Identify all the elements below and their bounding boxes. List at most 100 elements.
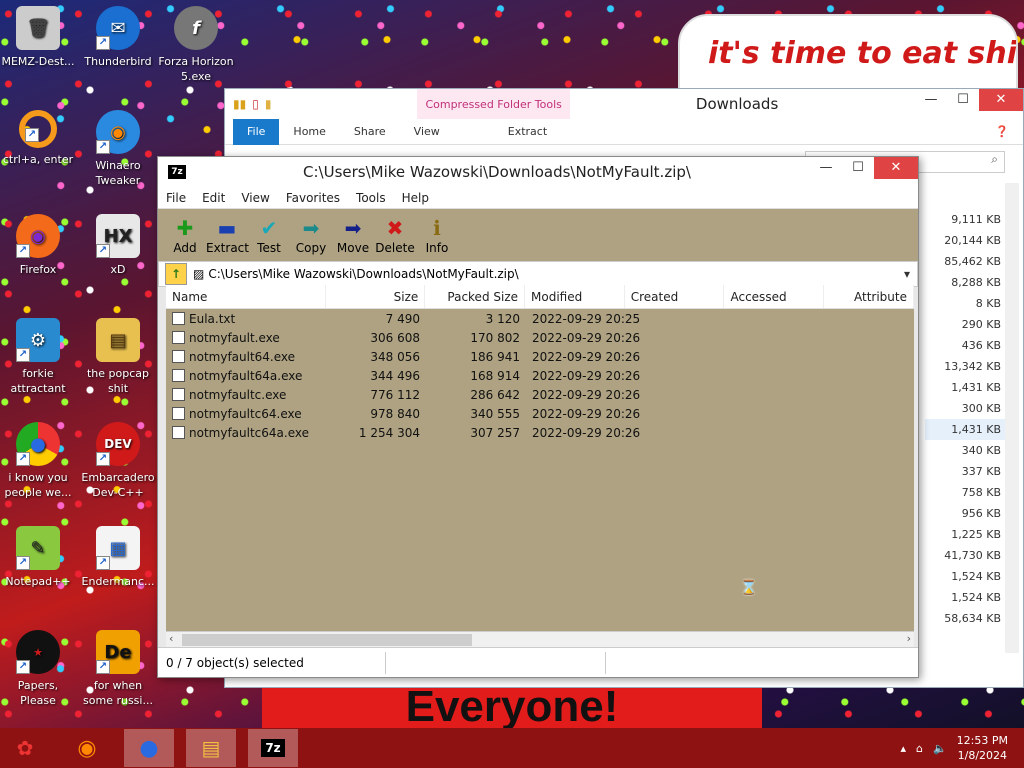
tab-home[interactable]: Home <box>279 125 339 138</box>
horizontal-scrollbar[interactable]: ‹ › <box>166 631 914 647</box>
table-row[interactable]: notmyfaultc64.exe 978 840 340 555 2022-0… <box>166 404 914 423</box>
desktop-icon-winaero[interactable]: ◉ ↗ Winaero Tweaker <box>80 110 156 188</box>
menu-file[interactable]: File <box>158 191 194 205</box>
file-size[interactable]: 8,288 KB <box>925 272 1005 293</box>
menu-edit[interactable]: Edit <box>194 191 233 205</box>
copy-button[interactable]: ➡ Copy <box>290 215 332 255</box>
properties-icon[interactable]: ▯ <box>252 97 259 111</box>
desktop-icon-thunderbird[interactable]: ✉ ↗ Thunderbird <box>80 6 156 69</box>
file-size[interactable]: 9,111 KB <box>925 209 1005 230</box>
desktop-icon-chrome[interactable]: ● ↗ i know you people we... <box>0 422 76 500</box>
test-button[interactable]: ✔ Test <box>248 215 290 255</box>
chevron-up-icon[interactable]: ▴ <box>900 742 906 755</box>
menu-tools[interactable]: Tools <box>348 191 394 205</box>
scroll-right-icon[interactable]: › <box>907 632 911 645</box>
file-size[interactable]: 1,431 KB <box>925 377 1005 398</box>
move-button[interactable]: ➡ Move <box>332 215 374 255</box>
tab-file[interactable]: File <box>233 118 280 145</box>
table-row[interactable]: notmyfault64.exe 348 056 186 941 2022-09… <box>166 347 914 366</box>
column-attributes[interactable]: Attribute <box>824 285 914 308</box>
desktop-icon-xd[interactable]: HX ↗ xD <box>80 214 156 277</box>
table-row[interactable]: notmyfault.exe 306 608 170 802 2022-09-2… <box>166 328 914 347</box>
taskbar-firefox[interactable]: ◉ <box>62 729 112 767</box>
tab-view[interactable]: View <box>400 125 454 138</box>
file-size[interactable]: 13,342 KB <box>925 356 1005 377</box>
menu-favorites[interactable]: Favorites <box>278 191 348 205</box>
table-row[interactable]: Eula.txt 7 490 3 120 2022-09-29 20:25 <box>166 309 914 328</box>
scroll-left-icon[interactable]: ‹ <box>169 632 173 645</box>
address-bar[interactable]: ↑ ▨ C:\Users\Mike Wazowski\Downloads\Not… <box>158 261 918 287</box>
scrollbar-thumb[interactable] <box>182 634 472 646</box>
file-size[interactable]: 337 KB <box>925 461 1005 482</box>
file-list[interactable]: Name Size Packed Size Modified Created A… <box>166 285 914 631</box>
file-size[interactable]: 41,730 KB <box>925 545 1005 566</box>
up-folder-icon[interactable]: ↑ <box>165 263 187 285</box>
minimize-button[interactable]: — <box>915 89 947 111</box>
info-button[interactable]: ℹ Info <box>416 215 458 255</box>
sevenzip-window[interactable]: 7z C:\Users\Mike Wazowski\Downloads\NotM… <box>157 156 919 678</box>
table-row[interactable]: notmyfaultc64a.exe 1 254 304 307 257 202… <box>166 423 914 442</box>
folder-icon[interactable]: ▮ <box>265 97 272 111</box>
file-size[interactable]: 20,144 KB <box>925 230 1005 251</box>
menu-help[interactable]: Help <box>394 191 437 205</box>
sevenzip-titlebar[interactable]: 7z C:\Users\Mike Wazowski\Downloads\NotM… <box>158 157 918 187</box>
file-size[interactable]: 58,634 KB <box>925 608 1005 629</box>
desktop-icon-de[interactable]: De ↗ for when some russi... <box>80 630 156 708</box>
desktop-icon-papers[interactable]: ★ ↗ Papers, Please <box>0 630 76 708</box>
file-size[interactable]: 1,524 KB <box>925 566 1005 587</box>
desktop-icon-ctrla[interactable]: ↗ ctrl+a, enter <box>0 110 76 167</box>
taskbar-sevenzip[interactable]: 7z <box>248 729 298 767</box>
network-icon[interactable]: ⌂ <box>916 742 923 755</box>
address-path[interactable]: C:\Users\Mike Wazowski\Downloads\NotMyFa… <box>208 267 897 281</box>
close-button[interactable]: ✕ <box>979 89 1023 111</box>
clock[interactable]: 12:53 PM 1/8/2024 <box>957 733 1008 763</box>
maximize-button[interactable]: ☐ <box>842 157 874 179</box>
column-size[interactable]: Size <box>326 285 426 308</box>
maximize-button[interactable]: ☐ <box>947 89 979 111</box>
file-size[interactable]: 340 KB <box>925 440 1005 461</box>
compressed-folder-tools-tab[interactable]: Compressed Folder Tools <box>417 89 570 119</box>
file-size[interactable]: 8 KB <box>925 293 1005 314</box>
close-button[interactable]: ✕ <box>874 157 918 179</box>
volume-icon[interactable]: 🔈 <box>933 742 947 755</box>
extract-button[interactable]: ▬ Extract <box>206 215 249 255</box>
tab-share[interactable]: Share <box>340 125 400 138</box>
chevron-down-icon[interactable]: ▾ <box>897 267 917 281</box>
column-name[interactable]: Name <box>166 285 326 308</box>
explorer-titlebar[interactable]: ▮▮ ▯ ▮ Compressed Folder Tools Downloads… <box>225 89 1023 119</box>
column-modified[interactable]: Modified <box>525 285 625 308</box>
explorer-scrollbar[interactable] <box>1005 183 1019 653</box>
desktop-icon-forza[interactable]: f Forza Horizon 5.exe <box>158 6 234 84</box>
desktop-icon-popcap[interactable]: ▤ the popcap shit <box>80 318 156 396</box>
taskbar-file-explorer[interactable]: ▤ <box>186 729 236 767</box>
add-button[interactable]: ✚ Add <box>164 215 206 255</box>
column-created[interactable]: Created <box>625 285 725 308</box>
desktop-icon-enderman[interactable]: ▦ ↗ Endermanc... <box>80 526 156 589</box>
quick-access-icon[interactable]: ▮▮ <box>233 97 246 111</box>
tab-extract[interactable]: Extract <box>494 125 561 138</box>
desktop-icon-forkie[interactable]: ⚙ ↗ forkie attractant <box>0 318 76 396</box>
file-size[interactable]: 290 KB <box>925 314 1005 335</box>
file-size[interactable]: 956 KB <box>925 503 1005 524</box>
file-size[interactable]: 1,524 KB <box>925 587 1005 608</box>
desktop-icon-firefox[interactable]: ◉ ↗ Firefox <box>0 214 76 277</box>
file-size[interactable]: 758 KB <box>925 482 1005 503</box>
column-packed-size[interactable]: Packed Size <box>425 285 526 308</box>
column-accessed[interactable]: Accessed <box>724 285 825 308</box>
desktop-icon-notepadpp[interactable]: ✎ ↗ Notepad++ <box>0 526 76 589</box>
file-size[interactable]: 1,225 KB <box>925 524 1005 545</box>
help-icon[interactable]: ❓ <box>981 125 1023 138</box>
desktop-icon-memz[interactable]: 🗑 MEMZ-Dest... <box>0 6 76 69</box>
table-row[interactable]: notmyfault64a.exe 344 496 168 914 2022-0… <box>166 366 914 385</box>
menu-view[interactable]: View <box>233 191 277 205</box>
delete-button[interactable]: ✖ Delete <box>374 215 416 255</box>
desktop-icon-devcpp[interactable]: DEV ↗ Embarcadero Dev-C++ <box>80 422 156 500</box>
file-size[interactable]: 85,462 KB <box>925 251 1005 272</box>
taskbar-chrome[interactable]: ● <box>124 729 174 767</box>
start-button[interactable]: ✿ <box>0 729 50 767</box>
file-size-selected[interactable]: 1,431 KB <box>925 419 1005 440</box>
file-size[interactable]: 300 KB <box>925 398 1005 419</box>
table-row[interactable]: notmyfaultc.exe 776 112 286 642 2022-09-… <box>166 385 914 404</box>
minimize-button[interactable]: — <box>810 157 842 179</box>
file-size[interactable]: 436 KB <box>925 335 1005 356</box>
